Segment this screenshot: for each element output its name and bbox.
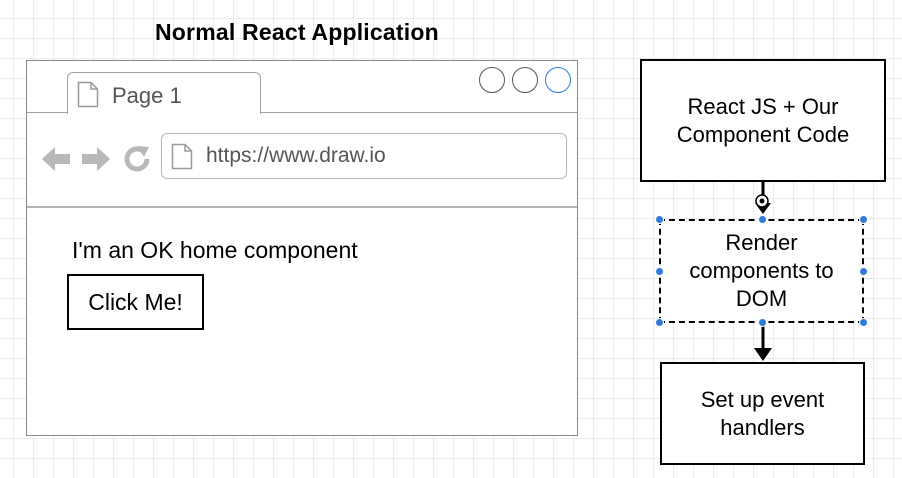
flow-box-event-handlers[interactable]: Set up event handlers: [660, 362, 865, 465]
selection-handle[interactable]: [859, 267, 868, 276]
page-icon: [77, 81, 99, 113]
connection-point-dot: [759, 198, 765, 204]
flow-box-render[interactable]: Render components to DOM: [659, 219, 864, 323]
browser-tab[interactable]: Page 1: [67, 72, 261, 114]
selection-handle[interactable]: [758, 215, 767, 224]
selection-handle[interactable]: [655, 318, 664, 327]
selection-handle[interactable]: [859, 318, 868, 327]
selection-handle[interactable]: [655, 267, 664, 276]
flow-box-react-code-label: React JS + Our Component Code: [676, 93, 850, 147]
selection-handle[interactable]: [758, 318, 767, 327]
selection-handle[interactable]: [859, 215, 868, 224]
flow-box-react-code[interactable]: React JS + Our Component Code: [640, 59, 886, 182]
flow-box-render-label: Render components to DOM: [689, 230, 834, 311]
arrow-2-head: [754, 348, 772, 361]
flow-box-event-handlers-label: Set up event handlers: [700, 386, 825, 440]
tab-label: Page 1: [112, 83, 182, 108]
selection-handle[interactable]: [655, 215, 664, 224]
